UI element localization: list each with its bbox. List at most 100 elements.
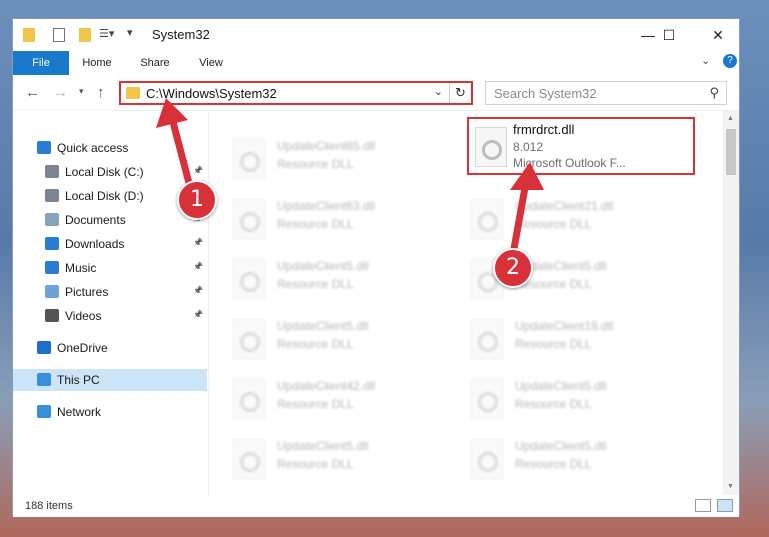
quick-access-customize-icon[interactable]: ☰▾ <box>99 27 114 43</box>
file-type: Resource DLL <box>277 217 354 231</box>
large-icons-view-icon[interactable] <box>717 499 733 512</box>
maximize-button[interactable]: ☐ <box>649 19 689 51</box>
file-item[interactable]: UpdateClient5.dll Resource DLL <box>233 435 453 485</box>
file-name: UpdateClient63.dll <box>277 199 376 213</box>
sidebar-item-label: Videos <box>65 309 102 323</box>
scrollbar-thumb[interactable] <box>726 129 736 175</box>
sidebar-item-label: Local Disk (D:) <box>65 189 144 203</box>
title-bar: ☰▾ ▾ System32 — ☐ ✕ <box>13 19 739 51</box>
file-type: Resource DLL <box>277 157 354 171</box>
sidebar-item[interactable]: Downloads 📌 <box>13 233 207 255</box>
search-input[interactable]: Search System32 <box>494 86 597 101</box>
dll-file-icon <box>233 139 265 179</box>
dll-file-icon <box>233 379 265 419</box>
sidebar-item[interactable]: This PC <box>13 369 207 391</box>
videos-icon <box>45 309 59 322</box>
navigation-bar: ← → ▾ ↑ C:\Windows\System32 ⌄ ↻ Search S… <box>13 75 739 111</box>
file-type: Resource DLL <box>515 337 592 351</box>
callout-badge-2: 2 <box>493 248 533 288</box>
tab-home[interactable]: Home <box>75 51 119 75</box>
documents-icon <box>45 213 59 226</box>
network-icon <box>37 405 51 418</box>
file-name: UpdateClient65.dll <box>277 139 376 153</box>
sidebar-item-label: Music <box>65 261 97 275</box>
file-type: Resource DLL <box>277 397 354 411</box>
file-item[interactable]: UpdateClient63.dll Resource DLL <box>233 195 453 245</box>
vertical-scrollbar[interactable]: ▲ ▼ <box>723 111 739 495</box>
scroll-up-icon[interactable]: ▲ <box>727 115 734 122</box>
recent-locations-icon[interactable]: ▾ <box>79 86 84 97</box>
ribbon-expand-icon[interactable]: ⌄ <box>701 54 710 67</box>
file-name: UpdateClient5.dll <box>515 439 607 453</box>
star-icon <box>37 141 51 154</box>
details-view-icon[interactable] <box>695 499 711 512</box>
back-arrow-icon[interactable]: ← <box>25 84 40 101</box>
file-type: Resource DLL <box>277 277 354 291</box>
sidebar-item-label: Downloads <box>65 237 125 251</box>
file-name: UpdateClient5.dll <box>277 259 369 273</box>
item-count: 188 items <box>25 500 73 512</box>
music-icon <box>45 261 59 274</box>
dll-file-icon <box>233 199 265 239</box>
sidebar-item[interactable]: Videos 📌 <box>13 305 207 327</box>
sidebar-item-label: Documents <box>65 213 126 227</box>
file-item[interactable]: UpdateClient19.dll Resource DLL <box>471 315 691 365</box>
scroll-down-icon[interactable]: ▼ <box>727 483 734 490</box>
file-type: Resource DLL <box>515 397 592 411</box>
pin-icon: 📌 <box>193 262 203 271</box>
file-type: Resource DLL <box>277 337 354 351</box>
file-item[interactable]: UpdateClient5.dll Resource DLL <box>471 435 691 485</box>
pictures-icon <box>45 285 59 298</box>
file-item[interactable]: UpdateClient65.dll Resource DLL <box>233 135 453 185</box>
file-item[interactable]: UpdateClient5.dll Resource DLL <box>233 255 453 305</box>
close-button[interactable]: ✕ <box>695 19 741 51</box>
new-folder-icon[interactable] <box>79 28 91 42</box>
file-item[interactable]: UpdateClient5.dll Resource DLL <box>233 315 453 365</box>
cloud-icon <box>37 341 51 354</box>
file-name: UpdateClient5.dll <box>277 319 369 333</box>
pc-icon <box>37 373 51 386</box>
file-item[interactable]: UpdateClient5.dll Resource DLL <box>471 375 691 425</box>
sidebar-item-label: Network <box>57 405 102 419</box>
sidebar-item-label: This PC <box>57 373 100 387</box>
file-name: UpdateClient42.dll <box>277 379 376 393</box>
sidebar-item-label: Local Disk (C:) <box>65 165 144 179</box>
refresh-button[interactable]: ↻ <box>449 83 471 103</box>
file-name: UpdateClient5.dll <box>515 379 607 393</box>
forward-arrow-icon[interactable]: → <box>53 84 68 101</box>
status-bar: 188 items <box>13 495 739 517</box>
file-item[interactable]: UpdateClient42.dll Resource DLL <box>233 375 453 425</box>
qat-dropdown-icon[interactable]: ▾ <box>127 26 133 42</box>
sidebar-item-label: Quick access <box>57 141 129 155</box>
tab-share[interactable]: Share <box>133 51 177 75</box>
dll-file-icon <box>471 379 503 419</box>
sidebar-item[interactable]: Network <box>13 401 207 423</box>
address-dropdown-icon[interactable]: ⌄ <box>434 85 443 98</box>
drive-icon <box>45 189 59 202</box>
search-box[interactable]: Search System32 ⚲ <box>485 81 727 105</box>
pin-icon: 📌 <box>193 310 203 319</box>
sidebar-item[interactable]: Music 📌 <box>13 257 207 279</box>
explorer-window: ☰▾ ▾ System32 — ☐ ✕ File Home Share View… <box>12 18 740 517</box>
file-type: Resource DLL <box>277 457 354 471</box>
file-name: UpdateClient19.dll <box>515 319 614 333</box>
file-size: 8.012 <box>513 140 544 154</box>
dll-file-icon <box>233 259 265 299</box>
file-name: frmrdrct.dll <box>513 122 575 137</box>
sidebar-item-label: Pictures <box>65 285 109 299</box>
search-icon: ⚲ <box>709 85 719 100</box>
properties-icon[interactable] <box>53 28 65 42</box>
help-icon[interactable]: ? <box>723 54 737 68</box>
drive-icon <box>45 165 59 178</box>
folder-icon <box>23 28 35 42</box>
sidebar-item[interactable]: Pictures 📌 <box>13 281 207 303</box>
dll-file-icon <box>471 319 503 359</box>
file-name: UpdateClient5.dll <box>277 439 369 453</box>
sidebar-item[interactable]: OneDrive <box>13 337 207 359</box>
tab-view[interactable]: View <box>189 51 233 75</box>
sidebar-item-label: OneDrive <box>57 341 108 355</box>
pin-icon: 📌 <box>193 286 203 295</box>
up-arrow-icon[interactable]: ↑ <box>97 84 105 101</box>
pin-icon: 📌 <box>193 238 203 247</box>
dll-file-icon <box>471 439 503 479</box>
